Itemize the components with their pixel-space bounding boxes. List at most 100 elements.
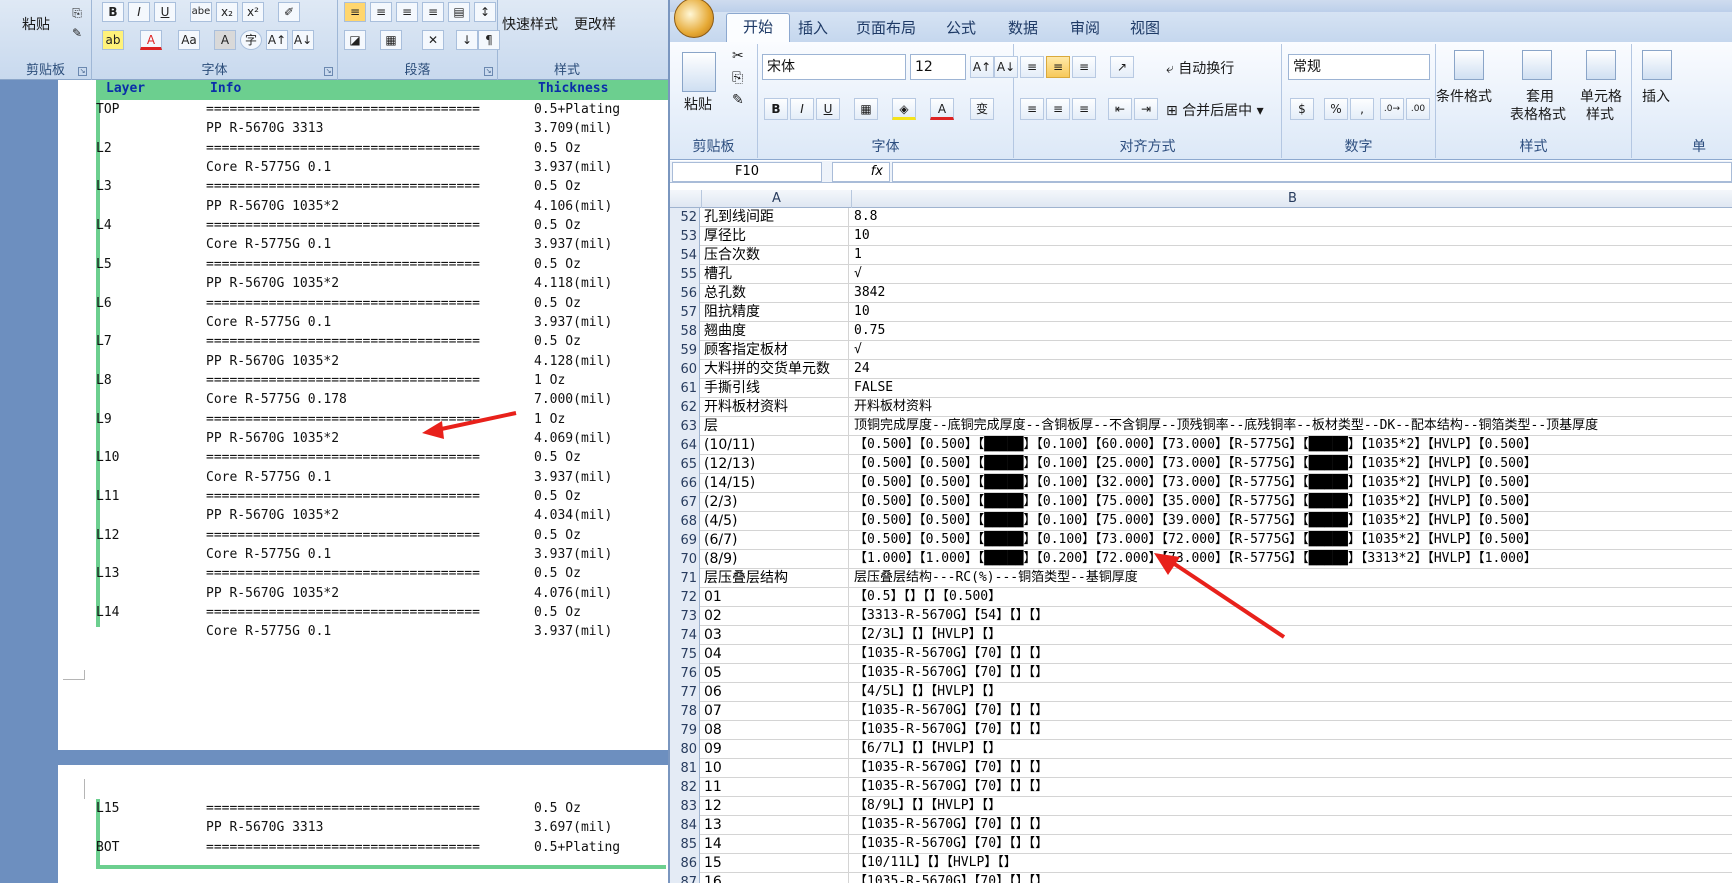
cell-a[interactable]: 槽孔	[702, 265, 849, 284]
cell-b[interactable]: 【0.500】【0.500】【█████】【0.100】【60.000】【73.…	[852, 436, 1732, 455]
increase-decimal-icon[interactable]: .0→	[1380, 98, 1404, 120]
cell-a[interactable]: 03	[702, 626, 849, 645]
align-right-icon[interactable]: ≡	[1072, 98, 1096, 120]
asian-layout-icon[interactable]: ✕	[422, 30, 444, 50]
row-number[interactable]: 73	[670, 607, 700, 626]
cell-a[interactable]: 阻抗精度	[702, 303, 849, 322]
cell-a[interactable]: 总孔数	[702, 284, 849, 303]
row-number[interactable]: 66	[670, 474, 700, 493]
cell-b[interactable]: 10	[852, 303, 1732, 322]
cell-b[interactable]: 【2/3L】【】【HVLP】【】	[852, 626, 1732, 645]
cell-a[interactable]: 01	[702, 588, 849, 607]
percent-icon[interactable]: %	[1324, 98, 1348, 120]
merge-center-button[interactable]: ⊞ 合并后居中 ▾	[1166, 100, 1264, 120]
cell-style-icon[interactable]	[1586, 50, 1616, 80]
conditional-format-button[interactable]: 条件格式	[1436, 86, 1492, 106]
tab-home[interactable]: 开始	[726, 13, 791, 43]
increase-indent-icon[interactable]: ⇥	[1134, 98, 1158, 120]
cell-a[interactable]: 层	[702, 417, 849, 436]
align-center-icon[interactable]: ≡	[1046, 98, 1070, 120]
cell-a[interactable]: 大料拼的交货单元数	[702, 360, 849, 379]
row-number[interactable]: 61	[670, 379, 700, 398]
cell-b[interactable]: 【1035-R-5670G】【70】【】【】	[852, 873, 1732, 883]
cell-a[interactable]: 压合次数	[702, 246, 849, 265]
cell-a[interactable]: 08	[702, 721, 849, 740]
cell-a[interactable]: 开料板材资料	[702, 398, 849, 417]
accounting-icon[interactable]: $	[1290, 98, 1314, 120]
highlight-icon[interactable]: ab	[102, 30, 124, 50]
change-case-button[interactable]: Aa	[178, 30, 200, 50]
row-number[interactable]: 71	[670, 569, 700, 588]
cell-b[interactable]: 【0.5】【】【】【0.500】	[852, 588, 1732, 607]
show-marks-icon[interactable]: ¶	[478, 30, 500, 50]
grow-font-button[interactable]: A↑	[970, 56, 994, 78]
cell-a[interactable]: (8/9)	[702, 550, 849, 569]
select-all-corner[interactable]	[670, 190, 702, 208]
row-number[interactable]: 77	[670, 683, 700, 702]
cell-a[interactable]: 15	[702, 854, 849, 873]
cell-a[interactable]: (12/13)	[702, 455, 849, 474]
subscript-button[interactable]: x₂	[216, 2, 238, 22]
row-number[interactable]: 75	[670, 645, 700, 664]
row-number[interactable]: 54	[670, 246, 700, 265]
tab-formulas[interactable]: 公式	[946, 17, 976, 38]
row-number[interactable]: 87	[670, 873, 700, 883]
row-number[interactable]: 57	[670, 303, 700, 322]
cell-a[interactable]: 02	[702, 607, 849, 626]
cell-a[interactable]: 13	[702, 816, 849, 835]
tab-view[interactable]: 视图	[1130, 17, 1160, 38]
tab-page-layout[interactable]: 页面布局	[856, 17, 916, 38]
row-number[interactable]: 55	[670, 265, 700, 284]
conditional-format-icon[interactable]	[1454, 50, 1484, 80]
cell-b[interactable]: 【0.500】【0.500】【█████】【0.100】【32.000】【73.…	[852, 474, 1732, 493]
distribute-icon[interactable]: ▤	[448, 2, 470, 22]
row-number[interactable]: 74	[670, 626, 700, 645]
row-number[interactable]: 64	[670, 436, 700, 455]
cut-icon[interactable]: ✂	[732, 48, 744, 64]
shrink-font-button[interactable]: A↓	[292, 30, 314, 50]
cell-a[interactable]: (14/15)	[702, 474, 849, 493]
cell-b[interactable]: 层压叠层结构---RC(%)---铜箔类型--基铜厚度	[852, 569, 1732, 588]
font-size-select[interactable]: 12	[910, 54, 966, 80]
cell-b[interactable]: 10	[852, 227, 1732, 246]
decrease-decimal-icon[interactable]: .00	[1406, 98, 1430, 120]
row-number[interactable]: 70	[670, 550, 700, 569]
cell-b[interactable]: 【0.500】【0.500】【█████】【0.100】【75.000】【39.…	[852, 512, 1732, 531]
cell-b[interactable]: 【1035-R-5670G】【70】【】【】	[852, 816, 1732, 835]
cell-a[interactable]: (6/7)	[702, 531, 849, 550]
cell-b[interactable]: 【1035-R-5670G】【70】【】【】	[852, 645, 1732, 664]
row-number[interactable]: 85	[670, 835, 700, 854]
cell-b[interactable]: 开料板材资料	[852, 398, 1732, 417]
cell-b[interactable]: 1	[852, 246, 1732, 265]
orientation-icon[interactable]: ↗	[1110, 56, 1134, 78]
cell-b[interactable]: √	[852, 265, 1732, 284]
cell-b[interactable]: 8.8	[852, 208, 1732, 227]
paste-button[interactable]: 粘贴	[684, 94, 712, 114]
clear-format-icon[interactable]: ✐	[278, 2, 300, 22]
fill-color-icon[interactable]: ◈	[892, 98, 916, 120]
document-page-2[interactable]: L15 =================================== 0.…	[58, 765, 670, 883]
underline-button[interactable]: U	[154, 2, 176, 22]
dialog-launcher-icon[interactable]: ↘	[484, 67, 493, 76]
formula-input[interactable]	[892, 162, 1732, 182]
row-number[interactable]: 62	[670, 398, 700, 417]
row-number[interactable]: 84	[670, 816, 700, 835]
name-box[interactable]: F10	[672, 162, 822, 182]
copy-icon[interactable]: ⎘	[732, 70, 743, 86]
row-number[interactable]: 69	[670, 531, 700, 550]
align-bottom-icon[interactable]: ≡	[1072, 56, 1096, 78]
strikethrough-button[interactable]: abe	[190, 2, 212, 22]
change-styles-button[interactable]: 更改样	[574, 14, 616, 34]
cell-b[interactable]: 【3313-R-5670G】【54】【】【】	[852, 607, 1732, 626]
document-page[interactable]: Layer Info Thickness TOP ================…	[58, 80, 670, 750]
align-middle-icon[interactable]: ≡	[1046, 56, 1070, 78]
cell-b[interactable]: 【1035-R-5670G】【70】【】【】	[852, 721, 1732, 740]
office-button-icon[interactable]	[674, 0, 714, 38]
cell-a[interactable]: 06	[702, 683, 849, 702]
cell-a[interactable]: 14	[702, 835, 849, 854]
cell-b[interactable]: 顶铜完成厚度--底铜完成厚度--含铜板厚--不含铜厚--顶残铜率--底残铜率--…	[852, 417, 1732, 436]
italic-button[interactable]: I	[128, 2, 150, 22]
cell-a[interactable]: 16	[702, 873, 849, 883]
cell-a[interactable]: (2/3)	[702, 493, 849, 512]
row-number[interactable]: 86	[670, 854, 700, 873]
